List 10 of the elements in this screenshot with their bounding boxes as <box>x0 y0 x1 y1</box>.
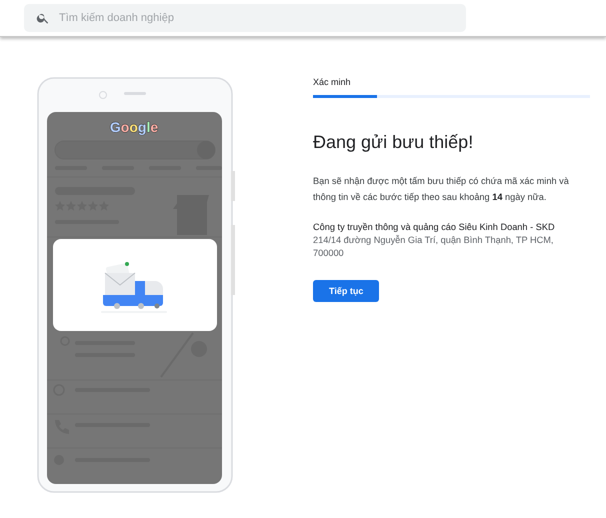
search-field[interactable]: Tìm kiếm doanh nghiệp <box>24 4 466 32</box>
business-name: Công ty truyền thông và quảng cáo Siêu Kinh Doanh - SKD <box>313 222 555 232</box>
continue-button[interactable]: Tiếp tục <box>313 280 380 302</box>
truck-drawing <box>101 262 167 313</box>
message-text: Bạn sẽ nhận được một tấm bưu thiếp có chứa mã xác minh và thông tin về các bước tiếp theo sau khoảng 14 ngày nữa. <box>313 175 570 204</box>
step-label: Xác minh <box>313 77 351 87</box>
logo-text: Google <box>110 119 158 135</box>
heading: Đang gửi bưu thiếp! <box>313 132 474 153</box>
business-address: 214/14 đường Nguyễn Gia Trí, quận Bình Thạnh, TP HCM, 700000 <box>313 234 554 260</box>
search-icon <box>36 11 50 25</box>
